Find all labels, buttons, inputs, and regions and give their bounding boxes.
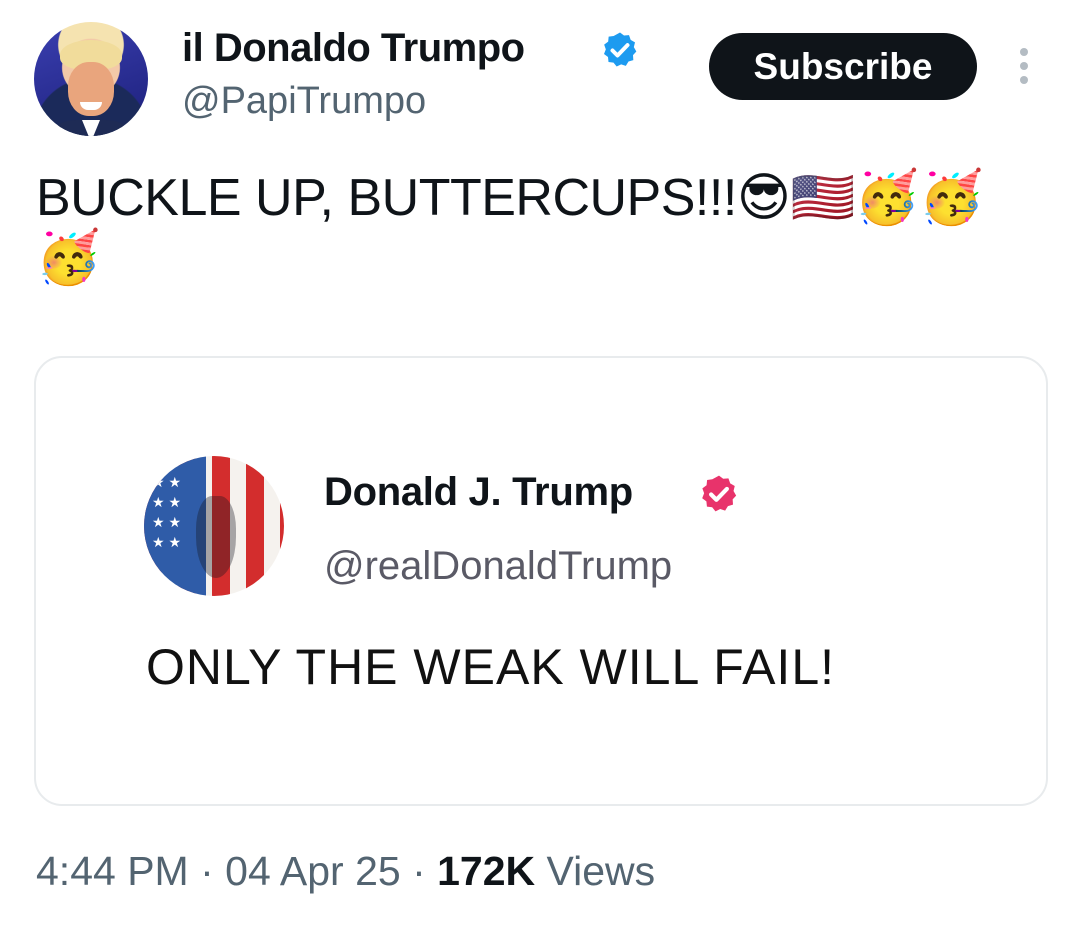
post-date[interactable]: 04 Apr 25 xyxy=(225,848,401,894)
views-count: 172K xyxy=(437,848,536,894)
author-display-name[interactable]: il Donaldo Trumpo xyxy=(182,26,525,71)
subscribe-button[interactable]: Subscribe xyxy=(709,33,977,100)
quoted-handle: @realDonaldTrump xyxy=(324,544,673,588)
meta-separator: · xyxy=(188,848,226,894)
more-vertical-icon[interactable] xyxy=(1012,48,1036,88)
more-dot xyxy=(1020,62,1028,70)
meta-separator: · xyxy=(400,848,438,894)
portrait-face xyxy=(196,496,236,578)
author-avatar[interactable] xyxy=(34,22,148,136)
tweet-meta: 4:44 PM · 04 Apr 25 · 172K Views xyxy=(36,848,655,895)
post-time[interactable]: 4:44 PM xyxy=(36,848,189,894)
more-dot xyxy=(1020,76,1028,84)
verified-badge-icon xyxy=(604,32,637,67)
pink-check-icon xyxy=(702,475,737,512)
author-handle[interactable]: @PapiTrumpo xyxy=(182,80,426,123)
quoted-display-name: Donald J. Trump xyxy=(324,470,633,514)
views-label: Views xyxy=(535,848,656,894)
quoted-post-card[interactable]: ★ ★ ★ ★ ★ ★ ★ ★ Donald J. Trump @realDonald… xyxy=(34,356,1048,806)
tweet-text: BUCKLE UP, BUTTERCUPS!!!😎🇺🇸🥳🥳🥳 xyxy=(36,169,984,287)
more-dot xyxy=(1020,48,1028,56)
flag-stars: ★ ★ ★ ★ ★ ★ ★ ★ xyxy=(152,474,181,550)
quoted-text: ONLY THE WEAK WILL FAIL! xyxy=(146,639,836,695)
quoted-author-avatar: ★ ★ ★ ★ ★ ★ ★ ★ xyxy=(144,456,284,596)
